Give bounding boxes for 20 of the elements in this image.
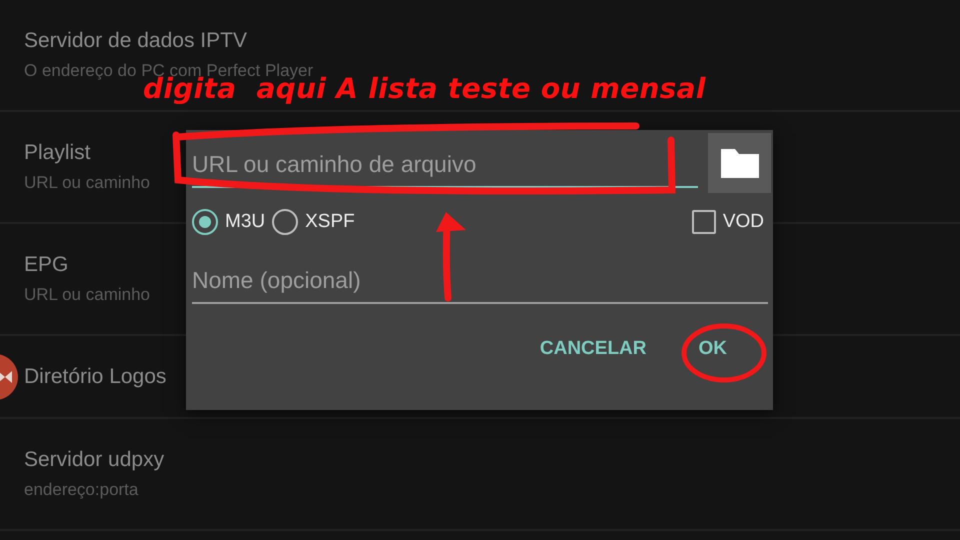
name-field[interactable]: Nome (opcional) xyxy=(192,249,768,304)
setting-subtitle: URL ou caminho xyxy=(24,284,150,306)
radio-label[interactable]: XSPF xyxy=(305,211,355,233)
setting-title: Diretório Logos xyxy=(24,364,166,390)
setting-title: Playlist xyxy=(24,140,91,166)
setting-subtitle: endereço:porta xyxy=(24,479,138,501)
checkbox[interactable] xyxy=(692,210,716,234)
folder-button[interactable] xyxy=(708,133,771,193)
checkbox-label[interactable]: VOD xyxy=(722,211,764,233)
url-field[interactable]: URL ou caminho de arquivo xyxy=(192,133,698,188)
radio-button[interactable] xyxy=(192,209,218,235)
setting-title: EPG xyxy=(24,252,68,278)
setting-title: Servidor udpxy xyxy=(24,447,164,473)
setting-title: Servidor de dados IPTV xyxy=(24,28,247,54)
radio-button[interactable] xyxy=(272,209,298,235)
dialog-button[interactable]: CANCELAR xyxy=(526,330,660,368)
dialog-button[interactable]: OK xyxy=(684,330,741,368)
folder-icon xyxy=(718,146,760,180)
setting-subtitle: URL ou caminho xyxy=(24,172,150,194)
radio-label[interactable]: M3U xyxy=(225,211,266,233)
